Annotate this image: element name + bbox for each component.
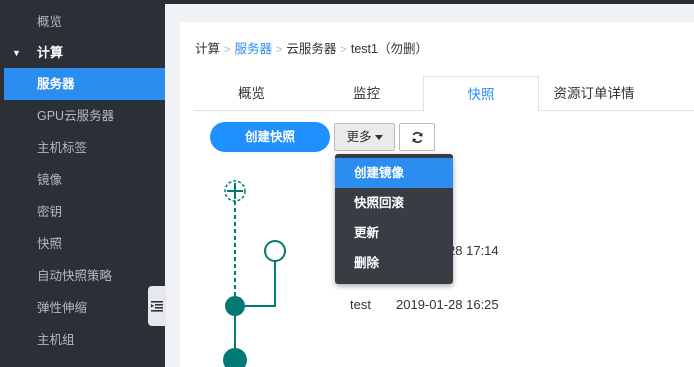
snapshot-name: test — [350, 297, 371, 312]
snapshot-node-test[interactable] — [225, 296, 245, 316]
sidebar-item-images[interactable]: 镜像 — [0, 164, 165, 196]
refresh-button[interactable] — [399, 123, 435, 151]
tab-label: 资源订单详情 — [553, 86, 635, 101]
sidebar-group-label: 计算 — [37, 45, 64, 60]
sidebar-item-snapshots[interactable]: 快照 — [0, 228, 165, 260]
sidebar-item-auto-scaling[interactable]: 弹性伸缩 — [0, 292, 165, 324]
snapshot-node-root[interactable] — [223, 348, 247, 367]
more-button-label: 更多 — [346, 130, 372, 144]
sidebar-item-label: 概览 — [37, 15, 63, 29]
breadcrumb-separator: > — [224, 44, 231, 56]
sidebar-collapse-button[interactable] — [148, 286, 166, 326]
more-button[interactable]: 更多 — [334, 123, 395, 151]
tab-snapshots[interactable]: 快照 — [423, 76, 539, 112]
sidebar: 概览 ▼ 计算 服务器 GPU云服务器 主机标签 镜像 密钥 快照 自动快照策略… — [0, 4, 165, 367]
breadcrumb: 计算 > 服务器 > 云服务器 > test1（勿删） — [195, 38, 428, 57]
sidebar-item-label: 服务器 — [37, 77, 75, 91]
breadcrumb-current: test1（勿删） — [350, 42, 428, 56]
current-state-icon[interactable] — [224, 180, 246, 202]
refresh-icon — [411, 131, 423, 143]
sidebar-item-label: 主机标签 — [37, 141, 88, 155]
breadcrumb-separator: > — [340, 44, 347, 56]
tab-bar: 概览 监控 快照 资源订单详情 — [194, 76, 694, 112]
snapshot-node-test2[interactable] — [264, 240, 286, 262]
snapshot-time: 2019-01-28 16:25 — [396, 297, 499, 312]
tab-label: 概览 — [238, 86, 265, 101]
sidebar-item-label: 主机组 — [37, 333, 75, 347]
more-dropdown-menu: 创建镜像 快照回滚 更新 删除 — [335, 154, 453, 284]
sidebar-item-label: 自动快照策略 — [37, 269, 113, 283]
breadcrumb-item[interactable]: 云服务器 — [286, 42, 336, 56]
menu-item-delete[interactable]: 删除 — [335, 248, 453, 278]
caret-down-icon: ▼ — [12, 48, 21, 58]
sidebar-item-keys[interactable]: 密钥 — [0, 196, 165, 228]
sidebar-item-host-tags[interactable]: 主机标签 — [0, 132, 165, 164]
tab-label: 快照 — [467, 87, 495, 102]
sidebar-item-label: 快照 — [37, 237, 63, 251]
tab-label: 监控 — [353, 86, 380, 101]
sidebar-item-servers[interactable]: 服务器 — [4, 68, 165, 100]
sidebar-item-label: 镜像 — [37, 173, 63, 187]
caret-down-icon — [374, 135, 383, 141]
collapse-icon — [151, 301, 163, 312]
sidebar-item-overview[interactable]: 概览 — [0, 6, 165, 38]
sidebar-item-gpu-servers[interactable]: GPU云服务器 — [0, 100, 165, 132]
sidebar-item-label: 密钥 — [37, 205, 63, 219]
tab-overview[interactable]: 概览 — [194, 76, 309, 111]
sidebar-item-label: 弹性伸缩 — [37, 301, 88, 315]
create-snapshot-button[interactable]: 创建快照 — [210, 122, 330, 152]
tab-resource-order-details[interactable]: 资源订单详情 — [539, 76, 649, 111]
sidebar-group-compute[interactable]: ▼ 计算 — [0, 38, 165, 68]
breadcrumb-separator: > — [275, 44, 283, 56]
sidebar-item-label: GPU云服务器 — [37, 109, 115, 123]
sidebar-item-auto-snapshot-policy[interactable]: 自动快照策略 — [0, 260, 165, 292]
menu-item-snapshot-rollback[interactable]: 快照回滚 — [335, 188, 453, 218]
menu-item-create-image[interactable]: 创建镜像 — [335, 158, 453, 188]
snapshot-timeline — [223, 180, 286, 367]
sidebar-item-host-groups[interactable]: 主机组 — [0, 324, 165, 356]
breadcrumb-item[interactable]: 计算 — [195, 42, 220, 56]
menu-item-update[interactable]: 更新 — [335, 218, 453, 248]
breadcrumb-item[interactable]: 服务器 — [234, 42, 272, 56]
tab-monitoring[interactable]: 监控 — [309, 76, 424, 111]
